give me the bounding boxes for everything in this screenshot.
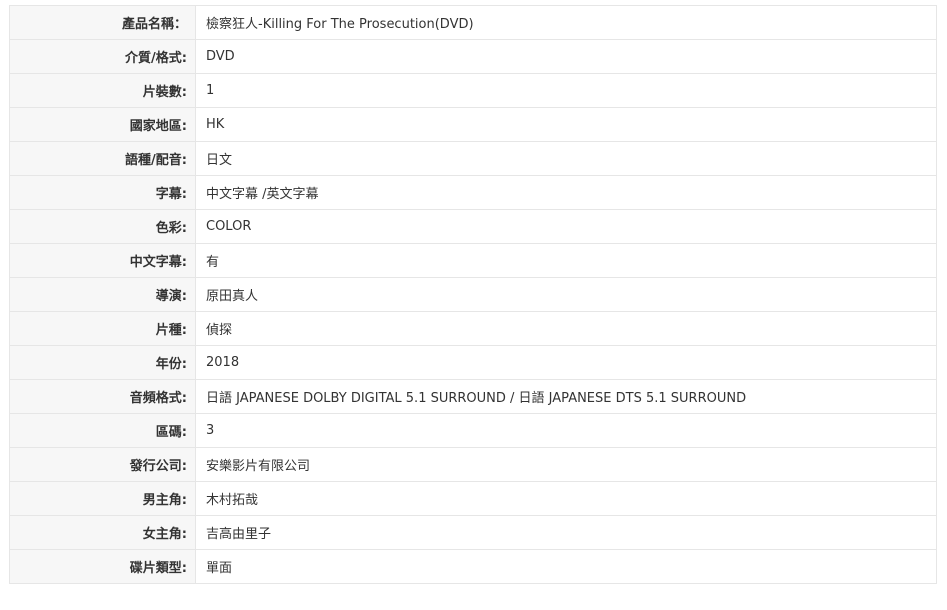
- spec-label: 介質/格式:: [9, 39, 196, 74]
- spec-row-region-country: 國家地區: HK: [9, 107, 937, 142]
- spec-value: 安樂影片有限公司: [195, 447, 937, 482]
- spec-label: 發行公司:: [9, 447, 196, 482]
- spec-value: HK: [195, 107, 937, 142]
- spec-row-lead-actress: 女主角: 吉高由里子: [9, 515, 937, 550]
- spec-value: 有: [195, 243, 937, 278]
- spec-value: 中文字幕 /英文字幕: [195, 175, 937, 210]
- spec-label: 片種:: [9, 311, 196, 346]
- spec-label: 導演:: [9, 277, 196, 312]
- spec-value: 木村拓哉: [195, 481, 937, 516]
- spec-label: 年份:: [9, 345, 196, 380]
- product-spec-body: 產品名稱： 檢察狂人-Killing For The Prosecution(D…: [9, 5, 937, 584]
- spec-value: 偵探: [195, 311, 937, 346]
- spec-value: DVD: [195, 39, 937, 74]
- spec-row-publisher: 發行公司: 安樂影片有限公司: [9, 447, 937, 482]
- spec-label: 片裝數:: [9, 73, 196, 108]
- spec-value: 2018: [195, 345, 937, 380]
- spec-value: 單面: [195, 549, 937, 584]
- spec-value: 3: [195, 413, 937, 448]
- spec-label: 碟片類型:: [9, 549, 196, 584]
- spec-label: 區碼:: [9, 413, 196, 448]
- spec-row-genre: 片種: 偵探: [9, 311, 937, 346]
- spec-label: 產品名稱：: [9, 5, 196, 40]
- spec-label: 中文字幕:: [9, 243, 196, 278]
- spec-value: 日文: [195, 141, 937, 176]
- spec-label: 男主角:: [9, 481, 196, 516]
- spec-value: 1: [195, 73, 937, 108]
- spec-label: 字幕:: [9, 175, 196, 210]
- spec-row-language: 語種/配音: 日文: [9, 141, 937, 176]
- spec-row-disc-type: 碟片類型: 單面: [9, 549, 937, 584]
- spec-value: 原田真人: [195, 277, 937, 312]
- spec-row-year: 年份: 2018: [9, 345, 937, 380]
- spec-label: 語種/配音:: [9, 141, 196, 176]
- spec-value: 檢察狂人-Killing For The Prosecution(DVD): [195, 5, 937, 40]
- spec-label: 女主角:: [9, 515, 196, 550]
- product-spec-table: 產品名稱： 檢察狂人-Killing For The Prosecution(D…: [9, 5, 937, 584]
- spec-label: 色彩:: [9, 209, 196, 244]
- spec-row-media-format: 介質/格式: DVD: [9, 39, 937, 74]
- spec-label: 音頻格式:: [9, 379, 196, 414]
- spec-row-color: 色彩: COLOR: [9, 209, 937, 244]
- spec-value: 日語 JAPANESE DOLBY DIGITAL 5.1 SURROUND /…: [195, 379, 937, 414]
- spec-row-disc-count: 片裝數: 1: [9, 73, 937, 108]
- spec-value: COLOR: [195, 209, 937, 244]
- spec-row-lead-actor: 男主角: 木村拓哉: [9, 481, 937, 516]
- spec-row-audio-format: 音頻格式: 日語 JAPANESE DOLBY DIGITAL 5.1 SURR…: [9, 379, 937, 414]
- spec-row-chinese-subtitles: 中文字幕: 有: [9, 243, 937, 278]
- spec-row-region-code: 區碼: 3: [9, 413, 937, 448]
- spec-row-director: 導演: 原田真人: [9, 277, 937, 312]
- spec-row-product-name: 產品名稱： 檢察狂人-Killing For The Prosecution(D…: [9, 5, 937, 40]
- spec-value: 吉高由里子: [195, 515, 937, 550]
- spec-label: 國家地區:: [9, 107, 196, 142]
- spec-row-subtitles: 字幕: 中文字幕 /英文字幕: [9, 175, 937, 210]
